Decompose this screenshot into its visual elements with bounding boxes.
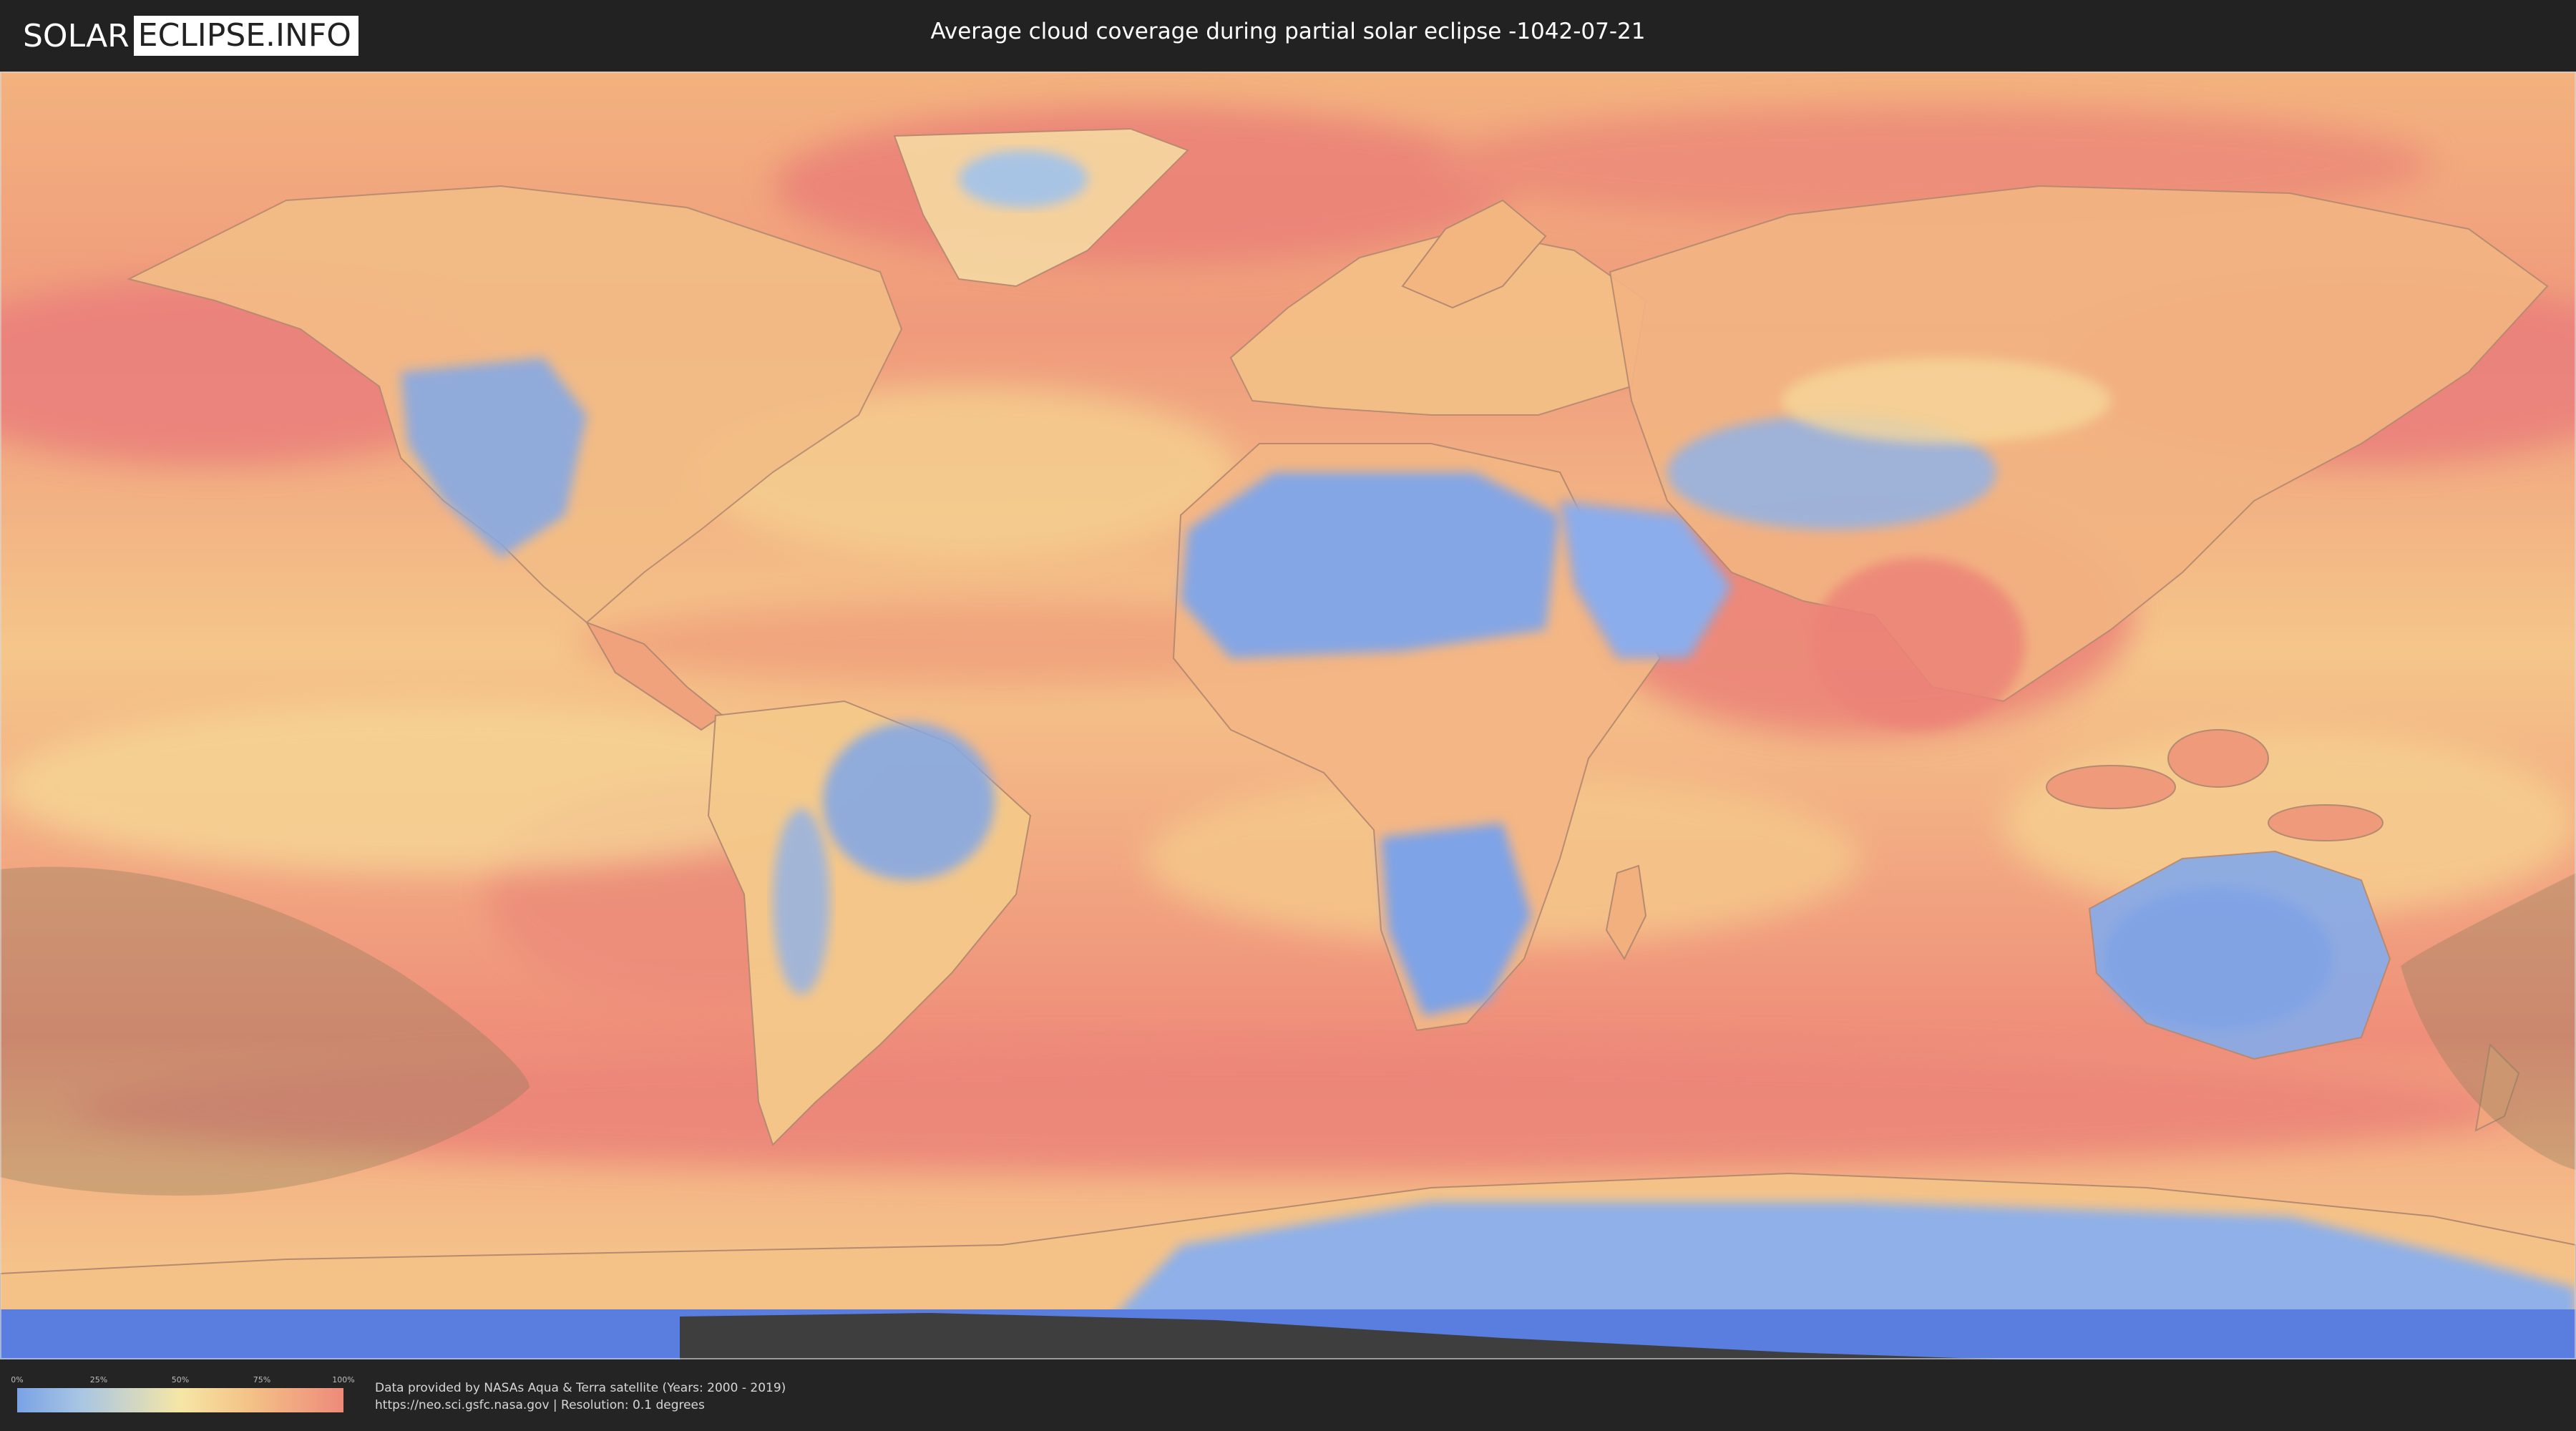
legend-tick-0: 0% [11,1375,24,1384]
legend-tick-50: 50% [171,1375,190,1384]
page-title: Average cloud coverage during partial so… [930,19,1646,44]
cloud-coverage-legend [17,1388,343,1412]
legend-tick-25: 25% [89,1375,108,1384]
data-credits: Data provided by NASAs Aqua & Terra sate… [375,1379,786,1414]
credit-line-1: Data provided by NASAs Aqua & Terra sate… [375,1381,786,1395]
world-map-icon [0,72,2576,1359]
credit-line-2[interactable]: https://neo.sci.gsfc.nasa.gov | Resoluti… [375,1397,786,1414]
legend-tick-75: 75% [253,1375,271,1384]
cloud-coverage-map[interactable] [0,72,2576,1359]
legend-tick-100: 100% [332,1375,355,1384]
legend-tick-labels: 0% 25% 50% 75% 100% [11,1375,354,1385]
header-bar: SOLAR ECLIPSE.INFO Average cloud coverag… [0,0,2576,72]
sahara-dry-area [1181,472,1560,658]
